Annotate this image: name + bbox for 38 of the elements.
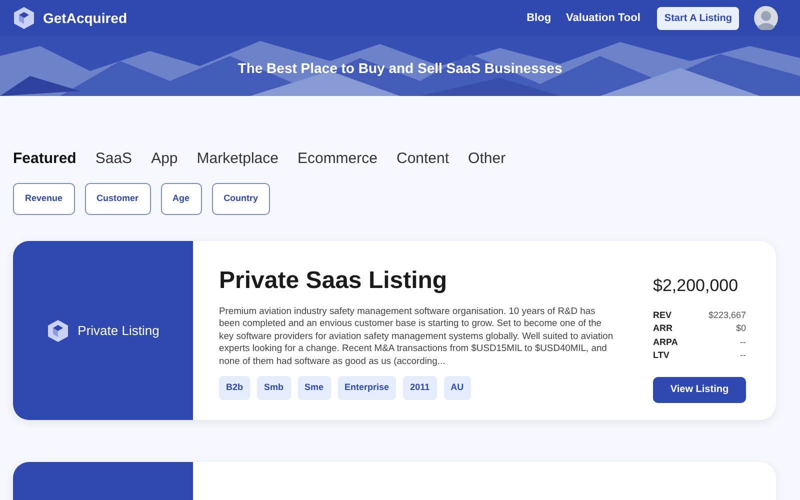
filter-button[interactable]: Revenue: [13, 183, 75, 215]
tag: Enterprise: [338, 376, 396, 400]
nav-link[interactable]: Valuation Tool: [566, 10, 640, 26]
private-listing-label: Private Listing: [78, 322, 160, 340]
tag: Sme: [298, 376, 331, 400]
listing-title[interactable]: Private Saas Listing: [219, 267, 614, 295]
category-tab[interactable]: Content: [396, 148, 450, 170]
metric-label: ARR: [653, 322, 672, 335]
metric-value: --: [740, 349, 746, 362]
category-tab[interactable]: Featured: [13, 148, 76, 170]
filter-button[interactable]: Country: [212, 183, 270, 215]
metric-value: $223,667: [708, 308, 746, 322]
tag: Smb: [257, 376, 291, 400]
avatar-icon[interactable]: [754, 6, 778, 30]
tag: 2011: [403, 376, 437, 400]
category-tab[interactable]: SaaS: [95, 148, 132, 170]
view-listing-button[interactable]: View Listing: [653, 376, 746, 402]
tag: B2b: [219, 376, 250, 400]
metric-label: REV: [653, 308, 672, 322]
listing-price: $2,200,000: [653, 275, 740, 297]
nav-link[interactable]: Blog: [526, 10, 552, 26]
filter-button[interactable]: Age: [160, 183, 202, 215]
filter-button[interactable]: Customer: [84, 183, 151, 215]
tag: AU: [444, 376, 471, 400]
metric-label: LTV: [653, 349, 670, 362]
category-tab[interactable]: Ecommerce: [297, 148, 378, 170]
start-listing-button[interactable]: Start A Listing: [657, 6, 739, 30]
metric-value: $0: [736, 322, 746, 335]
category-tab[interactable]: Other: [468, 148, 506, 170]
category-tab[interactable]: App: [151, 148, 178, 170]
logo-icon: [13, 6, 35, 30]
brand-name[interactable]: GetAcquired: [43, 8, 128, 28]
hero-title: The Best Place to Buy and Sell SaaS Businesses: [238, 59, 562, 78]
metric-value: --: [740, 336, 746, 348]
listing-description: Premium aviation industry safety management software organisation. 10 years of R&D has been completed and an envious customer base is starting to grow. Set to become one of the key software providers for aviation safety management systems globally. Well suited to aviation experts looking for a change. Recent M&A transactions from $USD15MIL to $USD40MIL, and none of them had software as good as us (according...: [219, 305, 614, 368]
logo-icon: [46, 318, 69, 342]
metric-label: ARPA: [653, 336, 678, 348]
category-tab[interactable]: Marketplace: [196, 148, 278, 170]
